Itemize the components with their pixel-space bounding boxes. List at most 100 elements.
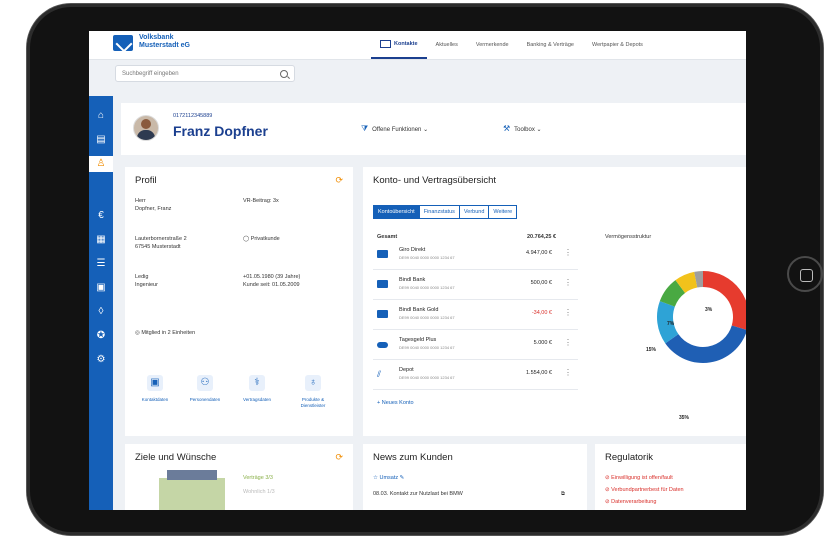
- goals-title: Ziele und Wünsche: [135, 452, 217, 463]
- new-account-button[interactable]: + Neues Konto: [377, 399, 414, 407]
- tablet-frame: Volksbank Musterstadt eG Kontakte Aktuel…: [27, 4, 823, 535]
- terminal-icon[interactable]: ▣: [147, 375, 163, 391]
- search-input[interactable]: Suchbegriff eingeben: [115, 65, 295, 82]
- home-icon: [800, 269, 813, 282]
- goals-illustration: [159, 478, 225, 510]
- tab-kontakte[interactable]: Kontakte: [371, 31, 427, 59]
- tab-banking[interactable]: Banking & Verträge: [518, 31, 583, 59]
- list-item[interactable]: Bindl Bank DE99 0040 0000 0000 1234 67 5…: [373, 273, 578, 300]
- account-iban: DE99 0040 0000 0000 1234 67: [399, 345, 455, 350]
- card-icon: [377, 250, 388, 258]
- account-iban: DE99 0040 0000 0000 1234 67: [399, 375, 455, 380]
- more-icon[interactable]: ⋮: [564, 248, 572, 257]
- open-functions-button[interactable]: ⧩ Offene Funktionen ⌄: [361, 124, 428, 134]
- people-icon[interactable]: ⚇: [197, 375, 213, 391]
- goals-line2: Wohnlich 1/3: [243, 489, 275, 495]
- account-iban: DE99 0040 0000 0000 1234 67: [399, 255, 455, 260]
- reg-item-label: Verbundpartnerbest für Daten: [611, 487, 684, 493]
- reg-item-label: Einwilligung ist offen/fault: [611, 475, 673, 481]
- tab-verbund[interactable]: Verbund: [458, 206, 489, 218]
- list-icon[interactable]: ☰: [93, 256, 109, 272]
- coins-icon: [377, 342, 388, 348]
- calculator-icon[interactable]: ▦: [93, 232, 109, 248]
- external-link-icon[interactable]: ⧉: [561, 490, 565, 498]
- asset-donut-chart: [657, 271, 746, 363]
- quick-label-personen[interactable]: Personendaten: [185, 397, 225, 403]
- chart-label: Vermögensstruktur: [605, 234, 652, 240]
- goals-card: Ziele und Wünsche ⟳ Verträge 3/3 Wohnlic…: [125, 444, 353, 510]
- reg-item-label: Datenverarbeitung: [611, 499, 657, 505]
- refresh-icon[interactable]: ⟳: [335, 175, 343, 186]
- tab-vermerkende[interactable]: Vermerkende: [467, 31, 518, 59]
- quick-label-vertrag[interactable]: Vertragsdaten: [237, 397, 277, 403]
- home-button[interactable]: [787, 256, 823, 292]
- tab-aktuelles[interactable]: Aktuelles: [427, 31, 467, 59]
- list-item[interactable]: Bindl Bank Gold DE99 0040 0000 0000 1234…: [373, 303, 578, 330]
- donut-label-35: 35%: [679, 415, 690, 421]
- news-item[interactable]: 08.03. Kontakt zur Nutzlast bei BMW: [373, 490, 463, 498]
- tab-kontouebersicht[interactable]: Kontoübersicht: [374, 206, 419, 218]
- search-icon[interactable]: [280, 70, 288, 78]
- list-item[interactable]: Tagesgeld Plus DE99 0040 0000 0000 1234 …: [373, 333, 578, 360]
- reg-item[interactable]: ⊘ Datenverarbeitung: [605, 498, 656, 506]
- toolbox-label: Toolbox: [514, 127, 535, 133]
- customer-id: 0172112345889: [173, 113, 213, 119]
- more-icon[interactable]: ⋮: [564, 308, 572, 317]
- profile-vr-beitrag: VR-Beitrag: 3x: [243, 198, 279, 204]
- badge-icon[interactable]: ✪: [93, 328, 109, 344]
- home-icon[interactable]: ⌂: [93, 108, 109, 124]
- star-icon: ☆: [373, 475, 378, 481]
- profile-title: Profil: [135, 175, 157, 186]
- tab-wertpapier[interactable]: Wertpapier & Depots: [583, 31, 652, 59]
- total-value: 20.764,25 €: [527, 234, 557, 240]
- customer-type-label: Privatkunde: [250, 236, 280, 242]
- goals-line1: Verträge 3/3: [243, 475, 273, 481]
- alert-icon: ⊘: [605, 475, 610, 481]
- card-icon: [377, 310, 388, 318]
- quick-label-produkte[interactable]: Produkte & Dienstleister: [293, 397, 333, 409]
- more-icon[interactable]: ⋮: [564, 368, 572, 377]
- news-tag[interactable]: ☆ Umsatz ✎: [373, 474, 404, 482]
- profile-card: Profil ⟳ Herr Dopfner, Franz VR-Beitrag:…: [125, 167, 353, 436]
- news-tag-label: Umsatz: [379, 475, 399, 481]
- toolbox-icon: ⚒: [503, 124, 511, 133]
- accounts-title: Konto- und Vertragsübersicht: [373, 175, 497, 186]
- card-icon: [377, 280, 388, 288]
- customer-name: Franz Dopfner: [173, 123, 268, 139]
- quick-label-kontakt[interactable]: Kontaktdaten: [135, 397, 175, 403]
- search-placeholder: Suchbegriff eingeben: [122, 71, 179, 77]
- tab-weitere[interactable]: Weitere: [488, 206, 516, 218]
- person-icon[interactable]: ♙: [89, 156, 113, 172]
- reg-item[interactable]: ⊘ Einwilligung ist offen/fault: [605, 474, 673, 482]
- toolbox-button[interactable]: ⚒ Toolbox ⌄: [503, 124, 542, 133]
- refresh-icon[interactable]: ⟳: [335, 452, 343, 463]
- document-icon[interactable]: ▤: [93, 132, 109, 148]
- screen: Volksbank Musterstadt eG Kontakte Aktuel…: [89, 31, 746, 510]
- settings-icon[interactable]: ⚙: [93, 352, 109, 368]
- open-functions-label: Offene Funktionen: [372, 127, 422, 133]
- account-value: 5.000 €: [533, 340, 552, 346]
- reg-item[interactable]: ⊘ Verbundpartnerbest für Daten: [605, 486, 684, 494]
- more-icon[interactable]: ⋮: [564, 338, 572, 347]
- list-item[interactable]: Giro Direkt DE99 0040 0000 0000 1234 67 …: [373, 243, 578, 270]
- pen-icon[interactable]: ✎: [400, 475, 405, 481]
- donut-label-15: 15%: [646, 347, 657, 353]
- profile-customer-type: ◯ Privatkunde: [243, 235, 280, 243]
- membership-label: Mitglied in 2 Einheiten: [141, 330, 196, 336]
- profile-birthdate: +01.05.1980 (39 Jahre) Kunde seit: 01.05…: [243, 274, 301, 288]
- euro-icon[interactable]: €: [93, 208, 109, 224]
- new-account-label: Neues Konto: [381, 400, 414, 406]
- handshake-icon[interactable]: ⚕: [249, 375, 265, 391]
- drop-icon[interactable]: ◊: [93, 304, 109, 320]
- more-icon[interactable]: ⋮: [564, 278, 572, 287]
- list-item[interactable]: ⫽ Depot DE99 0040 0000 0000 1234 67 1.55…: [373, 363, 578, 390]
- group-icon: ◎: [135, 330, 140, 336]
- regulatory-card: Regulatorik ⊘ Einwilligung ist offen/fau…: [595, 444, 746, 510]
- alert-icon: ⊘: [605, 487, 610, 493]
- profile-address: Lauterbornerstraße 2 67545 Musterstadt: [135, 236, 187, 250]
- tab-finanzstatus[interactable]: Finanzstatus: [418, 206, 459, 218]
- account-name: Giro Direkt: [399, 247, 426, 253]
- donut-segment-1: [665, 325, 746, 363]
- bottle-icon[interactable]: ♁: [305, 375, 321, 391]
- calendar-icon[interactable]: ▣: [93, 280, 109, 296]
